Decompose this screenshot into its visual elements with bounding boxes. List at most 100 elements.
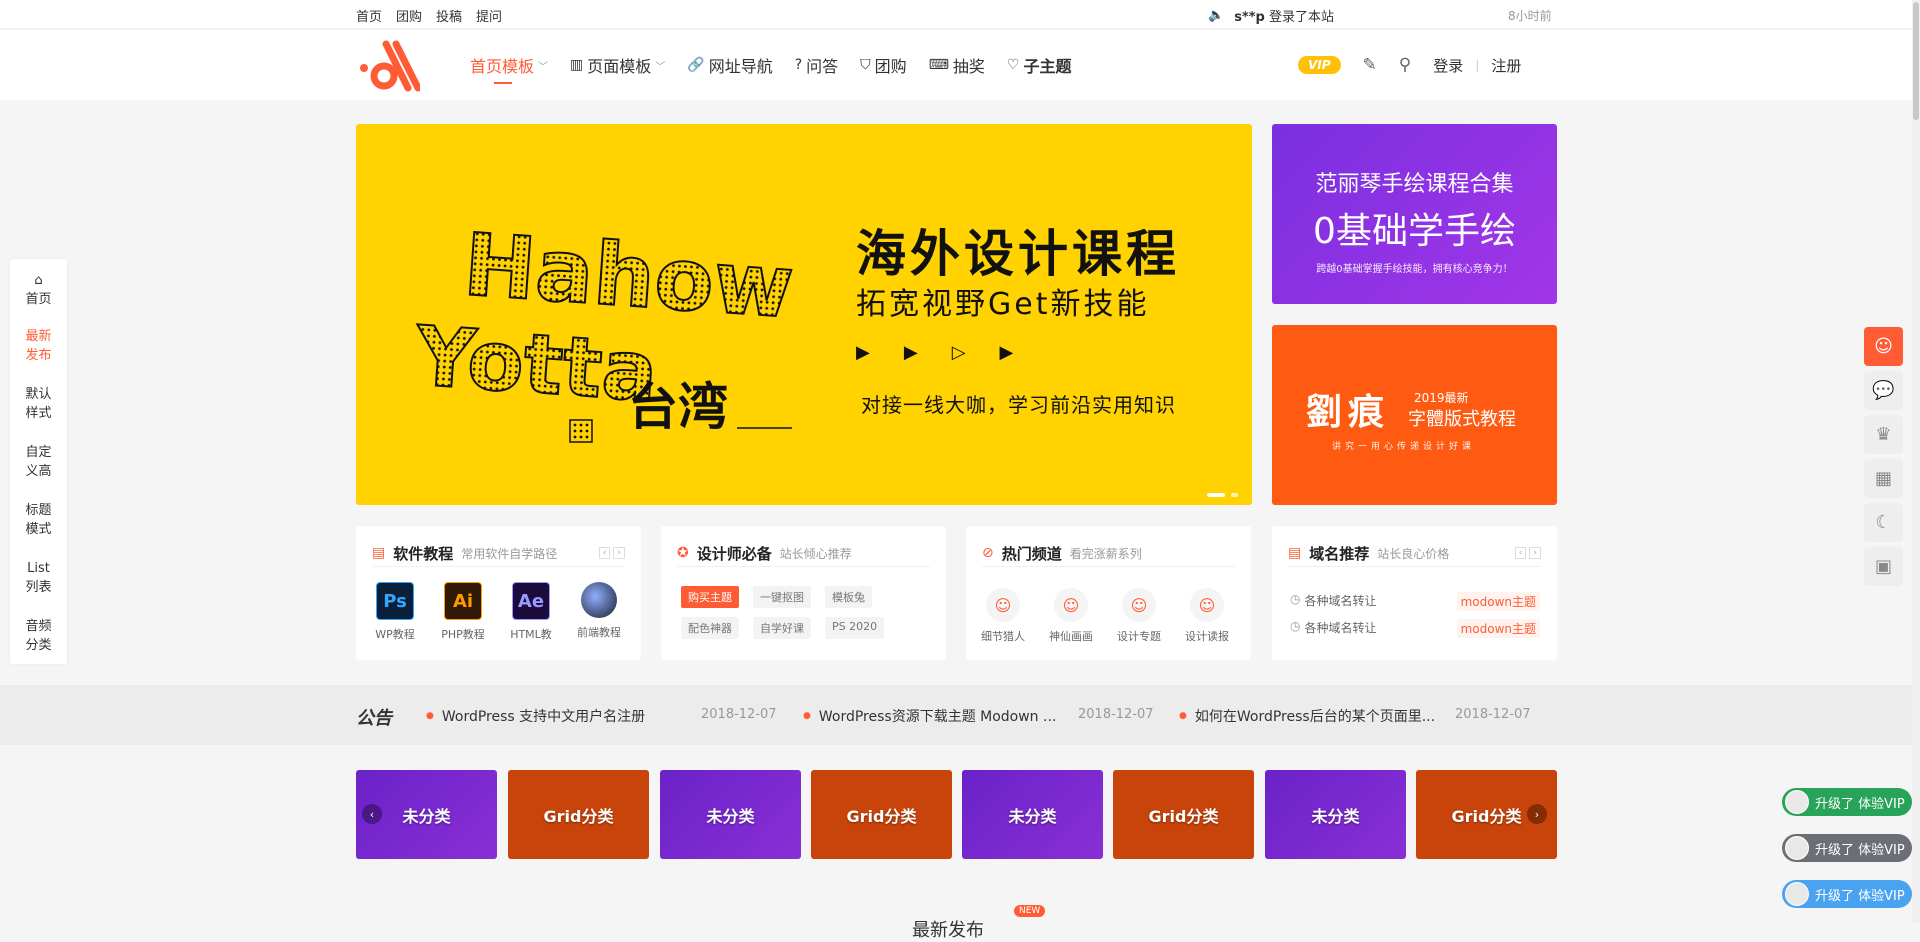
main-banner[interactable]: Hahow Yotta 台湾 海外设计课程 拓宽视野Get新技能 ▶ ▶ ▷ ▶… bbox=[356, 124, 1252, 505]
nav-qa[interactable]: ? 问答 bbox=[795, 30, 838, 100]
nav-page-templates[interactable]: ▥ 页面模板 ﹀ bbox=[570, 30, 665, 100]
nav-home-templates[interactable]: 首页模板 ﹀ bbox=[470, 30, 548, 100]
next-arrow-icon[interactable]: › bbox=[613, 547, 625, 559]
domain-row[interactable]: ◷ 各种域名转让 modown主题 bbox=[1290, 592, 1540, 611]
left-nav-home[interactable]: ⌂ 首页 bbox=[10, 271, 67, 309]
side-banner-typography[interactable]: 劉痕 2019最新 字體版式教程 讲究一用心传递设计好课 bbox=[1272, 325, 1557, 505]
wechat-icon[interactable]: 💬 bbox=[1864, 371, 1903, 410]
card-domain: ▤ 域名推荐 站长良心价格 ‹ › ◷ 各种域名转让 modown主题 ◷ 各种域名转让… bbox=[1272, 526, 1557, 660]
tag-courses[interactable]: 自学好课 bbox=[753, 617, 811, 639]
card-title: 域名推荐 bbox=[1309, 544, 1370, 563]
app-ae[interactable]: Ae HTML教 bbox=[508, 582, 554, 642]
nav-label: 页面模板 bbox=[587, 57, 652, 76]
notice-user: s**p bbox=[1234, 10, 1265, 25]
prev-arrow-icon[interactable]: ‹ bbox=[1514, 547, 1527, 559]
grid-category[interactable]: Grid分类 bbox=[508, 770, 649, 859]
side2-line4: 讲究一用心传递设计好课 bbox=[1332, 442, 1476, 452]
hot-item[interactable]: ☺ 神仙画画 bbox=[1048, 588, 1094, 644]
prev-arrow-icon[interactable]: ‹ bbox=[598, 547, 611, 559]
carousel-next-icon[interactable]: › bbox=[1527, 804, 1547, 824]
calendar-icon[interactable]: ▦ bbox=[1864, 459, 1903, 498]
tag-color-tool[interactable]: 配色神器 bbox=[681, 617, 739, 639]
grid-category[interactable]: Grid分类 bbox=[811, 770, 952, 859]
tag-template-rabbit[interactable]: 模板兔 bbox=[825, 586, 872, 608]
clock-icon: ◷ bbox=[1290, 592, 1301, 606]
grid-category[interactable]: 未分类 bbox=[1265, 770, 1406, 859]
search-icon[interactable]: ⚲ bbox=[1399, 55, 1411, 75]
app-ps[interactable]: Ps WP教程 bbox=[372, 582, 418, 642]
card-title: 软件教程 bbox=[393, 544, 454, 563]
tag-ps2020[interactable]: PS 2020 bbox=[825, 617, 885, 639]
hot-label: 设计专题 bbox=[1117, 630, 1161, 643]
announcement-item[interactable]: ● 如何在WordPress后台的某个页面里... bbox=[1179, 706, 1435, 726]
carousel-dot-active[interactable] bbox=[1207, 493, 1225, 497]
grid-category[interactable]: 未分类 bbox=[660, 770, 801, 859]
nav-site-nav[interactable]: 🔗 网址导航 bbox=[687, 30, 772, 100]
clock-icon: ◷ bbox=[1290, 619, 1301, 633]
page-scrollbar[interactable] bbox=[1912, 0, 1920, 923]
speaker-icon: 🔈 bbox=[1208, 8, 1225, 23]
left-nav-title[interactable]: 标题 模式 bbox=[10, 501, 67, 539]
top-link-ask[interactable]: 提问 bbox=[476, 6, 502, 25]
domain-value: modown主题 bbox=[1456, 592, 1540, 611]
scrollbar-thumb[interactable] bbox=[1913, 2, 1919, 120]
left-nav-audio[interactable]: 音频 分类 bbox=[10, 617, 67, 655]
vip-toast[interactable]: 升级了 体验VIP bbox=[1782, 880, 1912, 908]
tag-buy-theme[interactable]: 购买主题 bbox=[681, 586, 739, 608]
next-arrow-icon[interactable]: › bbox=[1529, 547, 1541, 559]
home-icon: ⌂ bbox=[34, 273, 43, 288]
banner-subtitle: 拓宽视野Get新技能 bbox=[856, 287, 1150, 322]
announcement-title: WordPress资源下载主题 Modown ... bbox=[818, 709, 1057, 725]
hot-item[interactable]: ☺ 细节猎人 bbox=[980, 588, 1026, 644]
qrcode-icon[interactable]: ▣ bbox=[1864, 547, 1903, 586]
announcement-item[interactable]: ● WordPress资源下载主题 Modown ... bbox=[803, 706, 1056, 726]
login-link[interactable]: 登录 bbox=[1433, 55, 1463, 76]
left-nav-latest[interactable]: 最新 发布 bbox=[10, 327, 67, 365]
illustrator-icon: Ai bbox=[444, 582, 482, 620]
app-c4d[interactable]: 前端教程 bbox=[576, 582, 622, 642]
top-link-submit[interactable]: 投稿 bbox=[436, 6, 462, 25]
nav-group-buy[interactable]: ⛉ 团购 bbox=[860, 30, 907, 100]
nav-label: 网址导航 bbox=[708, 57, 773, 76]
nav-child-theme[interactable]: ♡ 子主题 bbox=[1007, 30, 1072, 100]
tag-cutout[interactable]: 一键抠图 bbox=[753, 586, 811, 608]
announcement-date: 2018-12-07 bbox=[1078, 707, 1154, 722]
left-nav-default[interactable]: 默认 样式 bbox=[10, 385, 67, 423]
left-nav-list[interactable]: List 列表 bbox=[10, 559, 67, 597]
card-software: ▤ 软件教程 常用软件自学路径 ‹ › Ps WP教程 Ai PHP教程 Ae HTML… bbox=[356, 526, 641, 660]
grid-category[interactable]: Grid分类 bbox=[1113, 770, 1254, 859]
edit-icon[interactable]: ✎ bbox=[1363, 55, 1377, 75]
side1-line3: 跨越0基础掌握手绘技能，拥有核心竞争力！ bbox=[1316, 264, 1513, 275]
side-banner-handdrawing[interactable]: 范丽琴手绘课程合集 0基础学手绘 跨越0基础掌握手绘技能，拥有核心竞争力！ bbox=[1272, 124, 1557, 304]
grid-category[interactable]: 未分类 bbox=[962, 770, 1103, 859]
vip-toast[interactable]: 升级了 体验VIP bbox=[1782, 834, 1912, 862]
moon-icon[interactable]: ☾ bbox=[1864, 503, 1903, 542]
register-link[interactable]: 注册 bbox=[1491, 55, 1521, 76]
carousel-dot[interactable] bbox=[1231, 493, 1238, 497]
link-icon: 🔗 bbox=[687, 57, 705, 73]
notice-text: 登录了本站 bbox=[1268, 10, 1334, 25]
domain-value: modown主题 bbox=[1456, 619, 1540, 638]
hot-item[interactable]: ☺ 设计读报 bbox=[1184, 588, 1230, 644]
top-link-group[interactable]: 团购 bbox=[396, 6, 422, 25]
top-links: 首页 团购 投稿 提问 bbox=[356, 6, 502, 25]
app-ai[interactable]: Ai PHP教程 bbox=[440, 582, 486, 642]
side2-line3: 字體版式教程 bbox=[1408, 409, 1516, 430]
app-label: HTML教 bbox=[510, 628, 552, 641]
columns-icon: ▥ bbox=[570, 57, 584, 73]
announcement-item[interactable]: ● WordPress 支持中文用户名注册 bbox=[426, 706, 645, 726]
vip-toast[interactable]: 升级了 体验VIP bbox=[1782, 788, 1912, 816]
carousel-prev-icon[interactable]: ‹ bbox=[362, 804, 382, 824]
hot-label: 设计读报 bbox=[1185, 630, 1229, 643]
vip-badge[interactable]: VIP bbox=[1298, 56, 1341, 74]
crown-icon[interactable]: ♛ bbox=[1864, 415, 1903, 454]
top-link-home[interactable]: 首页 bbox=[356, 6, 382, 25]
left-nav-custom[interactable]: 自定 义高 bbox=[10, 443, 67, 481]
nav-lottery[interactable]: ⌨ 抽奖 bbox=[929, 30, 985, 100]
play-icon: ▶ bbox=[999, 342, 1014, 363]
domain-row[interactable]: ◷ 各种域名转让 modown主题 bbox=[1290, 619, 1540, 638]
headset-icon[interactable]: ☺ bbox=[1864, 327, 1903, 366]
play-icon: ▶ bbox=[856, 342, 870, 363]
hot-item[interactable]: ☺ 设计专题 bbox=[1116, 588, 1162, 644]
site-logo[interactable] bbox=[356, 38, 420, 94]
